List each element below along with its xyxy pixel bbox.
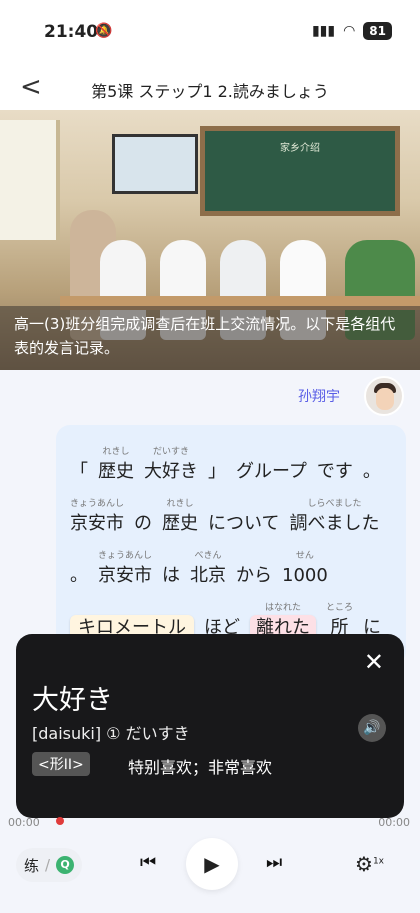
word-text: グループ bbox=[236, 461, 307, 482]
ruby: はなれた bbox=[264, 603, 301, 613]
popup-meaning: 特别喜欢；非常喜欢 bbox=[128, 758, 273, 777]
status-time: 21:40 bbox=[44, 22, 99, 42]
word[interactable]: きょうあんし 京安市 bbox=[70, 498, 124, 537]
word[interactable]: グループ bbox=[236, 446, 307, 485]
ruby: しらべました bbox=[307, 499, 362, 509]
word-text: 1000 bbox=[282, 565, 328, 586]
word-text: 京安市 bbox=[70, 513, 124, 534]
ruby: ところ bbox=[326, 603, 354, 613]
ruby: べきん bbox=[194, 551, 222, 561]
speed-button[interactable]: ⚙1x bbox=[355, 852, 384, 876]
popup-reading: [daisuki] ① だいすき bbox=[32, 724, 190, 743]
popup-word: 大好き bbox=[32, 685, 113, 716]
ruby: きょうあんし bbox=[70, 499, 125, 509]
word-definition-popup: ✕ 大好き [daisuki] ① だいすき 🔊 <形II> 特别喜欢；非常喜欢 bbox=[16, 634, 404, 818]
word-text: 「 bbox=[70, 461, 88, 482]
speed-icon: ⚙ bbox=[355, 852, 373, 876]
next-icon[interactable]: ⏭ bbox=[266, 852, 282, 873]
word[interactable]: 「 bbox=[70, 446, 88, 485]
play-button[interactable]: ▶ bbox=[186, 838, 238, 890]
speaker-icon[interactable]: 🔊 bbox=[358, 714, 386, 742]
word[interactable]: から bbox=[236, 550, 272, 589]
speaker-avatar[interactable] bbox=[364, 376, 404, 416]
ruby: きょうあんし bbox=[98, 551, 153, 561]
total-time: 00:00 bbox=[378, 816, 410, 829]
word-text: 。 bbox=[362, 461, 381, 482]
word-text: 歴史 bbox=[98, 461, 134, 482]
word-text: から bbox=[236, 565, 273, 586]
word-text: の bbox=[134, 513, 153, 534]
wifi-icon: ◠ bbox=[343, 23, 356, 39]
close-icon[interactable]: ✕ bbox=[364, 648, 384, 676]
text-bubble: 「 れきし 歴史 だいすき 大好き 」 グループ です 。 きょうあんし 京安市 の … bbox=[56, 425, 406, 665]
word[interactable]: について bbox=[208, 498, 279, 537]
word[interactable]: しらべました調べました bbox=[289, 498, 379, 537]
divider: / bbox=[45, 856, 51, 874]
lesson-illustration: 家乡介绍 高一(3)班分组完成调查后在班上交流情况。以下是各组代表的发言记录。 bbox=[0, 110, 420, 370]
ruby: れきし bbox=[166, 499, 194, 509]
window-illustration bbox=[0, 120, 60, 240]
text-line-3: 。 きょうあんし京安市 は べきん北京 から せん 1000 bbox=[70, 547, 394, 589]
board-text: 家乡介绍 bbox=[280, 143, 320, 154]
word-text: 北京 bbox=[190, 565, 227, 586]
word[interactable]: きょうあんし 京安市 bbox=[98, 550, 152, 589]
word[interactable]: れきし 歴史 bbox=[98, 446, 134, 485]
previous-icon[interactable]: ⏮ bbox=[140, 852, 156, 873]
word[interactable]: 」 bbox=[208, 446, 226, 485]
word[interactable]: べきん 北京 bbox=[190, 550, 226, 589]
blackboard-illustration: 家乡介绍 bbox=[200, 126, 400, 216]
progress-handle[interactable] bbox=[56, 817, 64, 825]
word-text: 京安市 bbox=[98, 565, 152, 586]
word-text: は bbox=[162, 565, 181, 586]
progress-bar[interactable]: 00:00 00:00 bbox=[8, 816, 410, 830]
practice-label: 练 bbox=[24, 856, 40, 875]
silent-bell-icon: 🔕 bbox=[95, 23, 113, 39]
word[interactable]: 。 bbox=[363, 446, 381, 485]
word[interactable]: です bbox=[317, 446, 353, 485]
word-text: 大好き bbox=[144, 461, 198, 482]
signal-icon: ▮▮▮ bbox=[311, 23, 336, 39]
word-text: 調べました bbox=[289, 513, 380, 534]
nav-bar: < 第5课 ステップ1 2.読みましょう bbox=[0, 64, 420, 110]
word-text: です bbox=[316, 461, 353, 482]
player-controls: 练 / Q ⏮ ▶ ⏭ ⚙1x bbox=[0, 832, 420, 913]
word-selected[interactable]: だいすき 大好き bbox=[144, 446, 198, 485]
status-icons: ▮▮▮ ◠ 81 bbox=[312, 22, 392, 40]
play-icon: ▶ bbox=[204, 852, 220, 876]
current-time: 00:00 bbox=[8, 816, 40, 829]
word[interactable]: れきし 歴史 bbox=[162, 498, 198, 537]
word-text: 。 bbox=[70, 565, 88, 586]
page-title: 第5课 ステップ1 2.読みましょう bbox=[91, 82, 329, 101]
word[interactable]: の bbox=[134, 498, 152, 537]
q-icon: Q bbox=[56, 856, 75, 874]
status-bar: 21:40 🔕 ▮▮▮ ◠ 81 bbox=[0, 0, 420, 64]
word[interactable]: は bbox=[162, 550, 180, 589]
word[interactable]: 。 bbox=[70, 550, 88, 589]
ruby: れきし bbox=[102, 447, 130, 457]
ruby: だいすき bbox=[152, 447, 189, 457]
word-text: 歴史 bbox=[162, 513, 199, 534]
ruby: せん bbox=[295, 551, 314, 561]
speed-label: 1x bbox=[372, 856, 384, 867]
text-line-1: 「 れきし歴史 だいすき大好き 」 グループ です 。 bbox=[70, 443, 394, 485]
word-text: 」 bbox=[208, 461, 226, 482]
scene-caption: 高一(3)班分组完成调查后在班上交流情况。以下是各组代表的发言记录。 bbox=[0, 306, 420, 370]
practice-mode-toggle[interactable]: 练 / Q bbox=[16, 848, 83, 882]
word[interactable]: せん 1000 bbox=[282, 550, 328, 589]
word-text: について bbox=[208, 513, 280, 534]
text-line-2: きょうあんし京安市 の れきし歴史 について しらべました調べました bbox=[70, 495, 394, 537]
avatar-face bbox=[376, 388, 394, 410]
part-of-speech-badge: <形II> bbox=[32, 752, 90, 776]
speaker-name: 孙翔宇 bbox=[298, 389, 340, 405]
battery-level: 81 bbox=[363, 22, 392, 40]
screen-illustration bbox=[112, 134, 198, 194]
